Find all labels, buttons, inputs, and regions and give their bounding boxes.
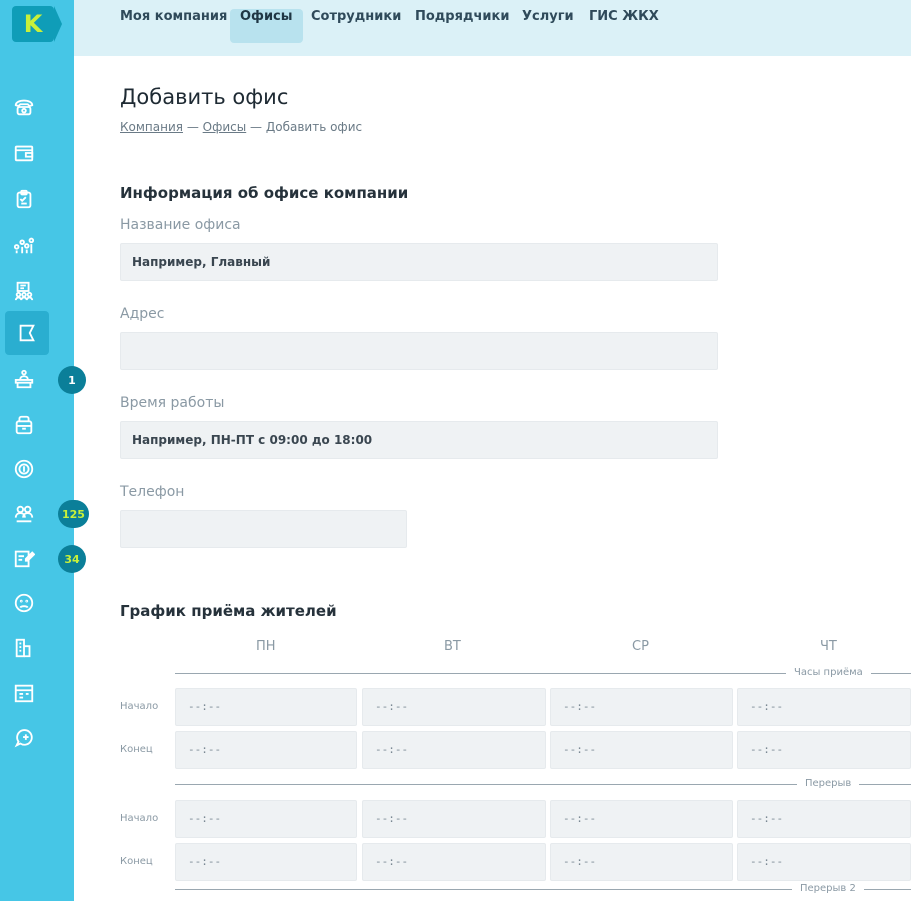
break-label: Перерыв (797, 778, 860, 789)
reception-end-wed-input[interactable]: --:-- (550, 731, 733, 769)
break-start-tue-input[interactable]: --:-- (362, 800, 546, 838)
work-hours-input[interactable]: Например, ПН-ПТ с 09:00 до 18:00 (120, 421, 718, 459)
breadcrumb: Компания — Офисы — Добавить офис (120, 120, 362, 134)
phone-label: Телефон (120, 484, 185, 500)
reception-badge: 1 (58, 366, 86, 394)
meeting-icon[interactable] (11, 278, 37, 304)
office-info-section-title: Информация об офисе компании (120, 184, 409, 202)
breadcrumb-separator: — (186, 120, 199, 134)
break-end-wed-input[interactable]: --:-- (550, 843, 733, 881)
add-chat-icon[interactable] (11, 725, 37, 751)
tab-my-company[interactable]: Моя компания (120, 9, 227, 43)
day-header-tue: ВТ (444, 639, 461, 654)
analytics-icon[interactable] (11, 232, 37, 258)
company-flag-icon[interactable] (5, 311, 49, 355)
page-title: Добавить офис (120, 85, 289, 109)
day-header-mon: ПН (256, 639, 276, 654)
coin-icon[interactable] (11, 456, 37, 482)
sidebar: K 1 125 34 (0, 0, 89, 901)
tab-services[interactable]: Услуги (522, 9, 574, 43)
archive-icon[interactable] (11, 412, 37, 438)
schedule-section-title: График приёма жителей (120, 602, 337, 620)
office-name-input[interactable]: Например, Главный (120, 243, 718, 281)
address-input[interactable] (120, 332, 718, 370)
break-2-label: Перерыв 2 (792, 883, 864, 894)
wallet-icon[interactable] (11, 140, 37, 166)
phone-icon[interactable] (11, 94, 37, 120)
sad-face-icon[interactable] (11, 590, 37, 616)
day-header-wed: СР (632, 639, 649, 654)
office-name-label: Название офиса (120, 217, 241, 233)
buildings-icon[interactable] (11, 635, 37, 661)
reception-start-mon-input[interactable]: --:-- (175, 688, 357, 726)
breadcrumb-company-link[interactable]: Компания (120, 120, 183, 134)
break-end-thu-input[interactable]: --:-- (737, 843, 911, 881)
reception-start-tue-input[interactable]: --:-- (362, 688, 546, 726)
end-row-label: Конец (120, 744, 153, 755)
reception-start-thu-input[interactable]: --:-- (737, 688, 911, 726)
documents-badge: 34 (58, 545, 86, 573)
break-start-mon-input[interactable]: --:-- (175, 800, 357, 838)
reception-icon[interactable] (11, 366, 37, 392)
tab-gis-zhkh[interactable]: ГИС ЖКХ (589, 9, 659, 43)
breadcrumb-current: Добавить офис (265, 120, 363, 134)
residents-badge: 125 (58, 500, 89, 528)
reception-end-thu-input[interactable]: --:-- (737, 731, 911, 769)
reception-start-wed-input[interactable]: --:-- (550, 688, 733, 726)
end-row-label: Конец (120, 856, 153, 867)
work-hours-label: Время работы (120, 395, 225, 411)
edit-document-icon[interactable] (11, 545, 37, 571)
address-label: Адрес (120, 306, 165, 322)
residents-icon[interactable] (11, 501, 37, 527)
reception-end-mon-input[interactable]: --:-- (175, 731, 357, 769)
top-navigation: Моя компания Офисы Сотрудники Подрядчики… (74, 0, 911, 56)
reception-hours-label: Часы приёма (786, 667, 871, 678)
start-row-label: Начало (120, 701, 159, 712)
day-header-thu: ЧТ (820, 639, 837, 654)
break-end-tue-input[interactable]: --:-- (362, 843, 546, 881)
breadcrumb-separator: — (250, 120, 263, 134)
start-row-label: Начало (120, 813, 159, 824)
tab-offices[interactable]: Офисы (230, 9, 303, 43)
clipboard-icon[interactable] (11, 186, 37, 212)
breadcrumb-offices-link[interactable]: Офисы (203, 120, 247, 134)
calendar-icon[interactable] (11, 680, 37, 706)
break-start-thu-input[interactable]: --:-- (737, 800, 911, 838)
tab-employees[interactable]: Сотрудники (311, 9, 401, 43)
logo[interactable]: K (12, 6, 62, 42)
break-end-mon-input[interactable]: --:-- (175, 843, 357, 881)
break-start-wed-input[interactable]: --:-- (550, 800, 733, 838)
tab-contractors[interactable]: Подрядчики (415, 9, 509, 43)
logo-letter: K (23, 10, 43, 38)
phone-input[interactable] (120, 510, 407, 548)
reception-end-tue-input[interactable]: --:-- (362, 731, 546, 769)
